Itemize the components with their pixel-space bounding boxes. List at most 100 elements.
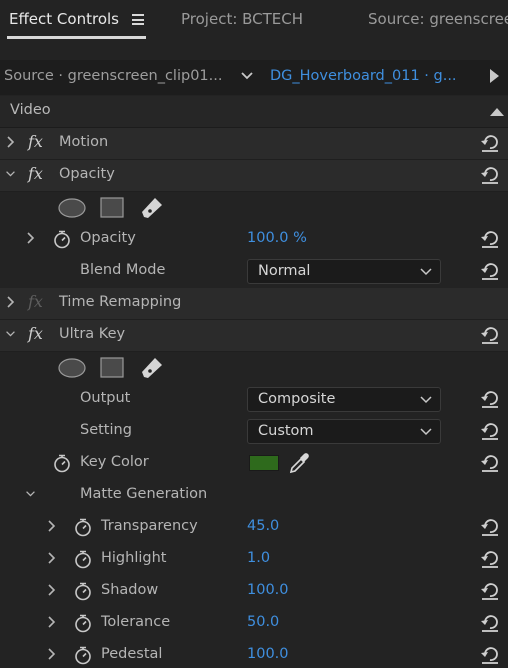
reset-icon[interactable] bbox=[479, 613, 501, 633]
fx-icon[interactable]: fx bbox=[28, 164, 43, 183]
mask-tools bbox=[58, 197, 162, 218]
output-value: Composite bbox=[258, 391, 336, 407]
stopwatch-icon[interactable] bbox=[73, 549, 93, 569]
mask-tools bbox=[58, 357, 162, 378]
eyedropper-icon[interactable] bbox=[287, 451, 311, 475]
chevron-right-icon[interactable] bbox=[25, 231, 36, 245]
blend-mode-row: Blend Mode Normal bbox=[0, 256, 508, 288]
setting-label: Setting bbox=[80, 422, 132, 438]
reset-icon[interactable] bbox=[479, 389, 501, 409]
param-value[interactable]: 100.0 bbox=[247, 582, 289, 598]
param-label: Shadow bbox=[101, 582, 159, 598]
effect-name-time-remapping: Time Remapping bbox=[59, 294, 182, 310]
reset-icon[interactable] bbox=[479, 229, 501, 249]
ellipse-mask-icon[interactable] bbox=[58, 358, 86, 378]
chevron-down-icon[interactable] bbox=[25, 487, 36, 501]
chevron-down-icon[interactable] bbox=[5, 167, 16, 181]
opacity-property-row: Opacity 100.0 % bbox=[0, 224, 508, 256]
param-row-transparency: Transparency 45.0 bbox=[0, 512, 508, 544]
pen-mask-icon[interactable] bbox=[142, 358, 162, 378]
chevron-right-icon[interactable] bbox=[46, 519, 57, 533]
chevron-down-icon bbox=[420, 268, 432, 276]
effect-name-opacity: Opacity bbox=[59, 166, 115, 182]
opacity-value[interactable]: 100.0 % bbox=[247, 230, 307, 246]
blend-mode-dropdown[interactable]: Normal bbox=[247, 259, 441, 284]
setting-dropdown[interactable]: Custom bbox=[247, 419, 441, 444]
tab-effect-controls[interactable]: Effect Controls bbox=[9, 10, 119, 28]
reset-icon[interactable] bbox=[479, 453, 501, 473]
video-label: Video bbox=[10, 102, 51, 118]
tab-project[interactable]: Project: BCTECH bbox=[181, 10, 303, 28]
param-label: Transparency bbox=[101, 518, 198, 534]
stopwatch-icon[interactable] bbox=[73, 613, 93, 633]
effect-row-opacity[interactable]: fx Opacity bbox=[0, 160, 508, 192]
tab-source[interactable]: Source: greenscree bbox=[368, 10, 508, 28]
source-clip-label[interactable]: Source · greenscreen_clip01... bbox=[4, 68, 222, 84]
effect-row-ultra-key[interactable]: fx Ultra Key bbox=[0, 320, 508, 352]
mask-tools-row bbox=[0, 192, 508, 224]
panel-menu-icon[interactable] bbox=[132, 14, 144, 25]
key-color-label: Key Color bbox=[80, 454, 149, 470]
param-row-shadow: Shadow 100.0 bbox=[0, 576, 508, 608]
source-clip-bar: Source · greenscreen_clip01... DG_Hoverb… bbox=[0, 60, 508, 95]
reset-icon[interactable] bbox=[479, 421, 501, 441]
stopwatch-icon[interactable] bbox=[52, 229, 72, 249]
rectangle-mask-icon[interactable] bbox=[100, 357, 124, 378]
param-value[interactable]: 50.0 bbox=[247, 614, 279, 630]
opacity-label: Opacity bbox=[80, 230, 136, 246]
active-tab-indicator bbox=[7, 36, 146, 39]
video-section-header: Video bbox=[0, 96, 508, 128]
reset-icon[interactable] bbox=[479, 581, 501, 601]
setting-value: Custom bbox=[258, 423, 314, 439]
scroll-up-icon[interactable] bbox=[490, 108, 504, 116]
reset-icon[interactable] bbox=[479, 133, 501, 153]
param-value[interactable]: 45.0 bbox=[247, 518, 279, 534]
chevron-right-icon[interactable] bbox=[5, 295, 16, 309]
reset-icon[interactable] bbox=[479, 325, 501, 345]
chevron-down-icon bbox=[420, 396, 432, 404]
blend-mode-label: Blend Mode bbox=[80, 262, 166, 278]
reset-icon[interactable] bbox=[479, 165, 501, 185]
stopwatch-icon[interactable] bbox=[73, 645, 93, 665]
pen-mask-icon[interactable] bbox=[142, 198, 162, 218]
key-color-swatch[interactable] bbox=[249, 455, 279, 471]
chevron-right-icon[interactable] bbox=[46, 551, 57, 565]
effect-name-motion: Motion bbox=[59, 134, 109, 150]
param-value[interactable]: 100.0 bbox=[247, 646, 289, 662]
blend-mode-value: Normal bbox=[258, 263, 311, 279]
chevron-right-icon[interactable] bbox=[46, 647, 57, 661]
param-row-pedestal: Pedestal 100.0 bbox=[0, 640, 508, 668]
rectangle-mask-icon[interactable] bbox=[100, 197, 124, 218]
reset-icon[interactable] bbox=[479, 517, 501, 537]
param-value[interactable]: 1.0 bbox=[247, 550, 270, 566]
reset-icon[interactable] bbox=[479, 549, 501, 569]
chevron-down-icon bbox=[420, 428, 432, 436]
stopwatch-icon[interactable] bbox=[73, 581, 93, 601]
sequence-clip-label[interactable]: DG_Hoverboard_011 · g... bbox=[270, 68, 457, 84]
stopwatch-icon[interactable] bbox=[73, 517, 93, 537]
output-dropdown[interactable]: Composite bbox=[247, 387, 441, 412]
chevron-down-icon[interactable] bbox=[5, 327, 16, 341]
chevron-right-icon[interactable] bbox=[46, 583, 57, 597]
chevron-down-icon[interactable] bbox=[240, 71, 254, 81]
reset-icon[interactable] bbox=[479, 261, 501, 281]
effect-row-time-remapping[interactable]: fx Time Remapping bbox=[0, 288, 508, 320]
key-color-row: Key Color bbox=[0, 448, 508, 480]
chevron-right-icon[interactable] bbox=[5, 135, 16, 149]
chevron-right-icon[interactable] bbox=[46, 615, 57, 629]
fx-icon: fx bbox=[28, 292, 43, 311]
matte-generation-row[interactable]: Matte Generation bbox=[0, 480, 508, 512]
ellipse-mask-icon[interactable] bbox=[58, 198, 86, 218]
panel-tab-bar: Effect Controls Project: BCTECH Source: … bbox=[0, 0, 508, 46]
stopwatch-icon[interactable] bbox=[52, 453, 72, 473]
reset-icon[interactable] bbox=[479, 645, 501, 665]
play-arrow-icon[interactable] bbox=[490, 69, 499, 83]
param-label: Tolerance bbox=[101, 614, 171, 630]
output-row: Output Composite bbox=[0, 384, 508, 416]
mask-tools-row bbox=[0, 352, 508, 384]
effect-row-motion[interactable]: fx Motion bbox=[0, 128, 508, 160]
param-label: Pedestal bbox=[101, 646, 163, 662]
effect-name-ultra-key: Ultra Key bbox=[59, 326, 126, 342]
fx-icon[interactable]: fx bbox=[28, 324, 43, 343]
fx-icon[interactable]: fx bbox=[28, 132, 43, 151]
